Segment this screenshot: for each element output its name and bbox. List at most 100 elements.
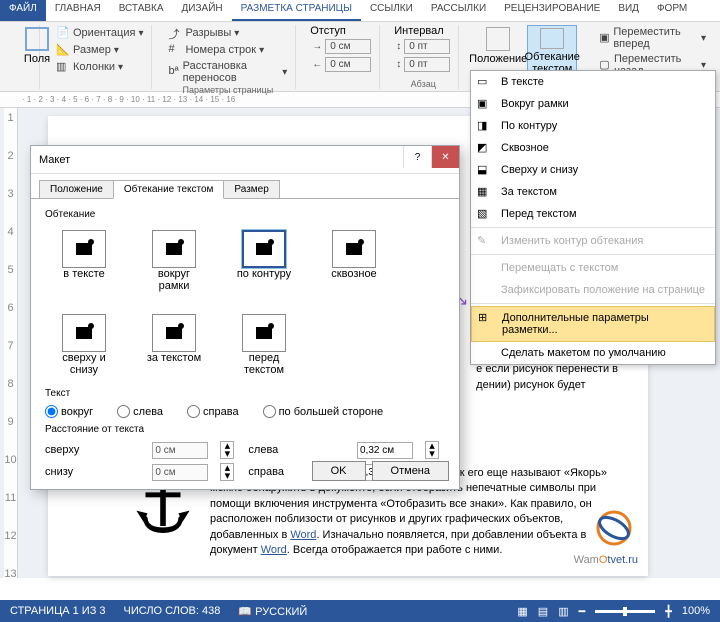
- wrap-opt-inline[interactable]: в тексте: [53, 230, 115, 292]
- dialog-title-bar: Макет ? ✕: [31, 146, 459, 174]
- zoom-level[interactable]: 100%: [682, 605, 710, 617]
- spinner[interactable]: ▴▾: [220, 463, 234, 481]
- interval-label: Интервал: [394, 25, 452, 37]
- edit-wrap-points: ✎Изменить контур обтекания: [471, 230, 715, 252]
- size-icon: 📐: [56, 43, 70, 57]
- indent-left[interactable]: → 0 см: [310, 38, 373, 55]
- wrap-options: в тексте вокруг рамки по контуру сквозно…: [45, 226, 445, 380]
- tight-icon: ◨: [477, 119, 493, 135]
- status-page[interactable]: СТРАНИЦА 1 ИЗ 3: [10, 605, 106, 617]
- space-after[interactable]: ↕ 0 пт: [394, 56, 452, 73]
- wrap-section-label: Обтекание: [45, 209, 445, 220]
- help-button[interactable]: ?: [403, 146, 431, 168]
- set-default-layout[interactable]: Сделать макетом по умолчанию: [471, 342, 715, 364]
- more-icon: ⊞: [478, 311, 494, 327]
- breaks-icon: ⤴: [168, 26, 182, 40]
- through-icon: ◩: [477, 141, 493, 157]
- radio-right[interactable]: справа: [187, 405, 239, 418]
- view-web[interactable]: ▥: [558, 605, 568, 618]
- wrap-opt-through[interactable]: сквозное: [323, 230, 385, 292]
- wrap-square[interactable]: ▣Вокруг рамки: [471, 93, 715, 115]
- numbers-icon: #: [168, 43, 182, 57]
- group-page-params: Параметры страницы: [166, 85, 289, 95]
- tab-format[interactable]: ФОРМ: [648, 0, 696, 21]
- radio-left[interactable]: слева: [117, 405, 163, 418]
- group-paragraph: Абзац: [394, 79, 452, 89]
- tab-references[interactable]: ССЫЛКИ: [361, 0, 422, 21]
- dist-top-input[interactable]: [152, 442, 208, 459]
- wrap-inline[interactable]: ▭В тексте: [471, 71, 715, 93]
- dialog-tab-wrap[interactable]: Обтекание текстом: [113, 180, 225, 199]
- cancel-button[interactable]: Отмена: [372, 461, 449, 481]
- status-lang[interactable]: 📖 РУССКИЙ: [238, 605, 307, 618]
- distance-label: Расстояние от текста: [45, 424, 445, 435]
- hyphenation-button[interactable]: bªРасстановка переносов ▾: [166, 59, 289, 85]
- dialog-tabs: Положение Обтекание текстом Размер: [31, 174, 459, 199]
- move-with-text: Перемещать с текстом: [471, 257, 715, 279]
- link-word[interactable]: Word: [290, 529, 316, 541]
- topbot-icon: ⬓: [477, 163, 493, 179]
- size-button[interactable]: 📐Размер ▾: [54, 42, 145, 58]
- wrap-top-bottom[interactable]: ⬓Сверху и снизу: [471, 159, 715, 181]
- dialog-tab-position[interactable]: Положение: [39, 180, 114, 198]
- wrap-opt-tight[interactable]: по контуру: [233, 230, 295, 292]
- tab-page-layout[interactable]: РАЗМЕТКА СТРАНИЦЫ: [232, 0, 361, 21]
- logo-icon: [594, 508, 634, 548]
- vertical-ruler: 12345678910111213: [4, 108, 18, 578]
- spinner[interactable]: ▴▾: [425, 441, 439, 459]
- inline-icon: ▭: [477, 75, 493, 91]
- dist-left-input[interactable]: [357, 442, 413, 459]
- tab-review[interactable]: РЕЦЕНЗИРОВАНИЕ: [495, 0, 609, 21]
- wrap-opt-behind[interactable]: за текстом: [143, 314, 205, 376]
- wrap-infront[interactable]: ▧Перед текстом: [471, 203, 715, 225]
- view-print[interactable]: ▤: [538, 605, 548, 618]
- tab-file[interactable]: ФАЙЛ: [0, 0, 46, 21]
- wrap-through[interactable]: ◩Сквозное: [471, 137, 715, 159]
- zoom-in[interactable]: ╋: [665, 605, 672, 618]
- close-button[interactable]: ✕: [431, 146, 459, 168]
- wrap-tight[interactable]: ◨По контуру: [471, 115, 715, 137]
- edit-points-icon: ✎: [477, 234, 493, 250]
- status-words[interactable]: ЧИСЛО СЛОВ: 438: [124, 605, 221, 617]
- wrap-behind[interactable]: ▦За текстом: [471, 181, 715, 203]
- text-wrap-dropdown: ▭В тексте ▣Вокруг рамки ◨По контуру ◩Скв…: [470, 70, 716, 365]
- spinner[interactable]: ▴▾: [220, 441, 234, 459]
- zoom-slider[interactable]: [595, 610, 655, 613]
- bring-forward-button[interactable]: ▣Переместить вперед ▾: [597, 25, 708, 51]
- forward-icon: ▣: [599, 31, 610, 45]
- hyphen-icon: bª: [168, 65, 179, 79]
- radio-largest[interactable]: по большей стороне: [263, 405, 384, 418]
- ok-button[interactable]: OK: [312, 461, 366, 481]
- orientation-icon: 📄: [56, 26, 70, 40]
- tab-home[interactable]: ГЛАВНАЯ: [46, 0, 110, 21]
- breaks-button[interactable]: ⤴Разрывы ▾: [166, 25, 289, 41]
- dialog-tab-size[interactable]: Размер: [223, 180, 279, 198]
- columns-button[interactable]: ▥Колонки ▾: [54, 59, 145, 75]
- wrap-opt-square[interactable]: вокруг рамки: [143, 230, 205, 292]
- tab-mailings[interactable]: РАССЫЛКИ: [422, 0, 495, 21]
- orientation-button[interactable]: 📄Ориентация ▾: [54, 25, 145, 41]
- doc-fragment: дении) рисунок будет: [476, 378, 618, 393]
- doc-paragraph: . Всегда отображается при работе с ними.: [287, 544, 503, 556]
- columns-icon: ▥: [56, 60, 70, 74]
- indent-right[interactable]: ← 0 см: [310, 56, 373, 73]
- wrap-opt-topbot[interactable]: сверху и снизу: [53, 314, 115, 376]
- fix-position: Зафиксировать положение на странице: [471, 279, 715, 301]
- space-before[interactable]: ↕ 0 пт: [394, 38, 452, 55]
- watermark: WamOtvet.ru: [574, 551, 638, 568]
- tab-insert[interactable]: ВСТАВКА: [110, 0, 173, 21]
- dist-bottom-label: снизу: [45, 466, 144, 478]
- view-read[interactable]: ▦: [517, 605, 527, 618]
- line-numbers-button[interactable]: #Номера строк ▾: [166, 42, 289, 58]
- ribbon-tabs: ФАЙЛ ГЛАВНАЯ ВСТАВКА ДИЗАЙН РАЗМЕТКА СТР…: [0, 0, 720, 22]
- layout-dialog: Макет ? ✕ Положение Обтекание текстом Ра…: [30, 145, 460, 490]
- zoom-out[interactable]: ━: [579, 605, 586, 618]
- radio-around[interactable]: вокруг: [45, 405, 93, 418]
- dist-bottom-input[interactable]: [152, 464, 208, 481]
- more-layout-options[interactable]: ⊞Дополнительные параметры разметки...: [471, 306, 715, 342]
- link-word[interactable]: Word: [261, 544, 287, 556]
- tab-design[interactable]: ДИЗАЙН: [173, 0, 232, 21]
- dist-left-label: слева: [248, 444, 349, 456]
- tab-view[interactable]: ВИД: [609, 0, 648, 21]
- wrap-opt-infront[interactable]: перед текстом: [233, 314, 295, 376]
